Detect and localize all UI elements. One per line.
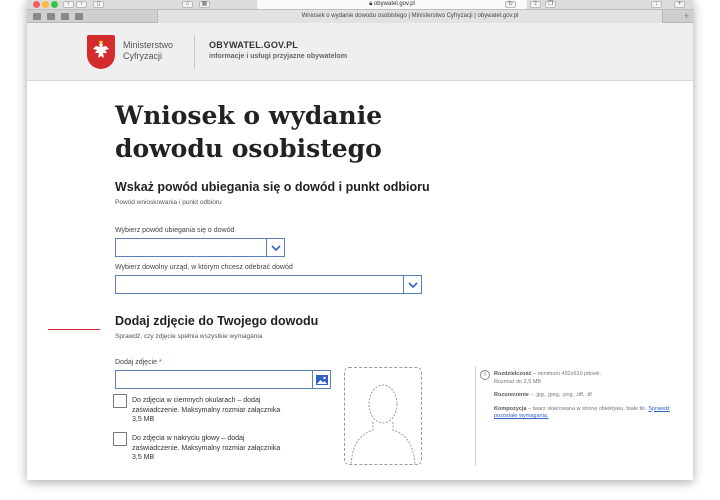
- photo-file-input[interactable]: [115, 370, 331, 389]
- home-icon[interactable]: ⌂: [182, 1, 193, 8]
- bookmark-icon[interactable]: [75, 13, 83, 20]
- tab-active[interactable]: Wniosek o wydanie dowodu osobistego | Mi…: [157, 10, 663, 23]
- required-mark: *: [158, 359, 162, 366]
- office-label: Wybierz dowolny urząd, w którym chcesz o…: [115, 264, 293, 271]
- reload-icon[interactable]: ↻: [505, 1, 516, 8]
- brand-link[interactable]: OBYWATEL.GOV.PL: [209, 40, 298, 50]
- downloads-icon[interactable]: ↓: [651, 1, 662, 8]
- resolution-label: Rozdzielczość: [494, 371, 532, 377]
- site-header: Ministerstwo Cyfryzacji OBYWATEL.GOV.PL …: [27, 23, 693, 81]
- person-silhouette-icon: [350, 384, 416, 465]
- photo-preview: [344, 367, 422, 465]
- coat-of-arms-logo[interactable]: [87, 35, 115, 69]
- photo-upload-button[interactable]: [312, 370, 331, 389]
- requirements-panel: Rozdzielczość – minimum 492x610 pikseli.…: [494, 371, 674, 421]
- photo-label: Dodaj zdjęcie *: [115, 359, 162, 366]
- section-marker: [48, 329, 100, 330]
- eagle-icon: [93, 40, 109, 58]
- resolution-text: – minimum 492x610 pikseli.: [531, 371, 601, 377]
- share-icon[interactable]: ⇪: [530, 1, 541, 8]
- brand-subtitle: informacje i usługi przyjazne obywatelom: [209, 53, 348, 60]
- extension-label: Rozszerzenie: [494, 392, 529, 398]
- bookmark-icon[interactable]: [47, 13, 55, 20]
- top-sites-icon[interactable]: ▦: [199, 1, 210, 8]
- zoom-window-button[interactable]: [51, 1, 58, 8]
- headwear-checkbox-label[interactable]: Do zdjęcia w nakryciu głowy – dodaj zaśw…: [132, 434, 282, 463]
- section-hint-reason: Powód wnioskowania i punkt odbioru: [115, 199, 222, 206]
- sunglasses-checkbox-label[interactable]: Do zdjęcia w ciemnych okularach – dodaj …: [132, 396, 282, 425]
- chevron-down-icon[interactable]: [403, 276, 421, 293]
- composition-label: Kompozycja: [494, 405, 527, 412]
- sidebar-icon[interactable]: ▯: [93, 1, 104, 8]
- image-icon: [315, 374, 328, 385]
- tabs-overview-icon[interactable]: ❐: [545, 1, 556, 8]
- reason-select[interactable]: [115, 238, 285, 257]
- page-title: Wniosek o wydanie dowodu osobistego: [115, 99, 495, 165]
- section-heading-photo: Dodaj zdjęcie do Twojego dowodu: [115, 314, 319, 328]
- page-title-line-2: dowodu osobistego: [115, 134, 382, 163]
- header-divider: [194, 35, 195, 69]
- title-bar: ‹ › ▯ ⌂ ▦ 🔒︎ obywatel.gov.pl ↻ ⇪ ❐ ↓ +: [27, 0, 693, 9]
- reason-label: Wybierz powód ubiegania się o dowód: [115, 227, 235, 234]
- info-icon: i: [480, 370, 490, 380]
- close-window-button[interactable]: [33, 1, 40, 8]
- ministry-name[interactable]: Ministerstwo Cyfryzacji: [123, 40, 173, 62]
- requirements-divider: [475, 366, 476, 466]
- address-bar[interactable]: 🔒︎ obywatel.gov.pl: [257, 0, 527, 9]
- forward-button[interactable]: ›: [76, 1, 87, 8]
- bookmark-icon[interactable]: [61, 13, 69, 20]
- section-hint-photo: Sprawdź, czy zdjęcie spełnia wszystkie w…: [115, 333, 263, 340]
- ministry-line-1: Ministerstwo: [123, 40, 174, 50]
- ministry-line-2: Cyfryzacji: [123, 51, 163, 61]
- minimize-window-button[interactable]: [42, 1, 49, 8]
- requirement-extension: Rozszerzenie – .jpg, .jpeg, .png, .tiff,…: [494, 392, 674, 400]
- bookmark-icon[interactable]: [33, 13, 41, 20]
- sunglasses-checkbox[interactable]: [113, 394, 127, 408]
- requirement-composition: Kompozycja – twarz skierowana w stronę o…: [494, 406, 674, 421]
- page-title-line-1: Wniosek o wydanie: [115, 101, 383, 130]
- requirement-resolution: Rozdzielczość – minimum 492x610 pikseli.: [494, 371, 674, 379]
- extension-text: – .jpg, .jpeg, .png, .tiff, .tif: [528, 392, 592, 398]
- address-text: obywatel.gov.pl: [373, 1, 415, 7]
- new-tab-icon[interactable]: +: [684, 11, 689, 21]
- lock-icon: 🔒︎: [369, 1, 373, 7]
- requirement-size: Rozmiar do 2,5 MB: [494, 378, 542, 385]
- section-heading-reason: Wskaż powód ubiegania się o dowód i punk…: [115, 180, 430, 194]
- tab-bar: Wniosek o wydanie dowodu osobistego | Mi…: [27, 9, 693, 23]
- chevron-down-icon[interactable]: [266, 239, 284, 256]
- composition-text: – twarz skierowana w stronę obiektywu, b…: [526, 405, 647, 412]
- photo-label-text: Dodaj zdjęcie: [115, 359, 158, 366]
- new-window-icon[interactable]: +: [674, 1, 685, 8]
- office-select[interactable]: [115, 275, 422, 294]
- back-button[interactable]: ‹: [63, 1, 74, 8]
- headwear-checkbox[interactable]: [113, 432, 127, 446]
- browser-window: ‹ › ▯ ⌂ ▦ 🔒︎ obywatel.gov.pl ↻ ⇪ ❐ ↓ + W…: [27, 0, 693, 480]
